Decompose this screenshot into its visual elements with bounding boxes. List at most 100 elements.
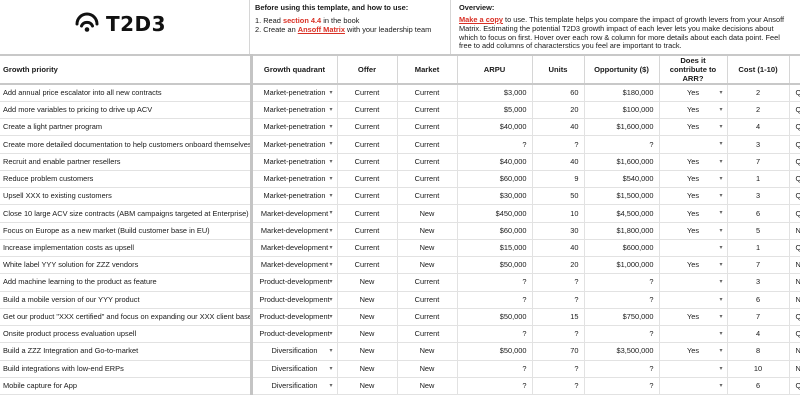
cell-arpu[interactable]: $40,000 [457,119,532,136]
cell-opportunity[interactable]: ? [584,326,659,343]
cell-opportunity[interactable]: ? [584,377,659,394]
dropdown-chevron-icon[interactable]: ▾ [329,85,332,101]
cell-offer[interactable]: Current [337,136,397,153]
cell-opportunity[interactable]: $1,000,000 [584,257,659,274]
cell-growth-priority[interactable]: Build a ZZZ Integration and Go-to-market [0,343,251,360]
cell-opportunity[interactable]: $4,500,000 [584,205,659,222]
cell-offer[interactable]: Current [337,257,397,274]
cell-market[interactable]: New [397,222,457,239]
dropdown-chevron-icon[interactable]: ▾ [329,378,332,394]
cell-cost[interactable]: 4 [727,119,789,136]
cell-contributes-arr[interactable]: Yes▾ [659,84,727,102]
header-market[interactable]: Market [397,55,457,84]
cell-growth-priority[interactable]: Recruit and enable partner resellers [0,153,251,170]
cell-opportunity[interactable]: $1,600,000 [584,119,659,136]
cell-cost[interactable]: 4 [727,326,789,343]
cell-market[interactable]: New [397,343,457,360]
cell-arpu[interactable]: $3,000 [457,84,532,102]
cell-offer[interactable]: Current [337,170,397,187]
cell-units[interactable]: 30 [532,222,584,239]
dropdown-chevron-icon[interactable]: ▾ [329,240,332,256]
dropdown-chevron-icon[interactable]: ▾ [719,274,722,290]
cell-okr[interactable]: Q3▾ [789,188,800,205]
cell-contributes-arr[interactable]: Yes▾ [659,257,727,274]
dropdown-chevron-icon[interactable]: ▾ [329,292,332,308]
cell-market[interactable]: Current [397,136,457,153]
dropdown-chevron-icon[interactable]: ▾ [719,171,722,187]
dropdown-chevron-icon[interactable]: ▾ [719,361,722,377]
cell-arpu[interactable]: $50,000 [457,343,532,360]
cell-contributes-arr[interactable]: ▾ [659,326,727,343]
cell-opportunity[interactable]: $600,000 [584,239,659,256]
cell-growth-quadrant[interactable]: Product-development▾ [251,274,337,291]
cell-offer[interactable]: New [337,326,397,343]
cell-cost[interactable]: 5 [727,222,789,239]
dropdown-chevron-icon[interactable]: ▾ [719,223,722,239]
dropdown-chevron-icon[interactable]: ▾ [719,154,722,170]
cell-growth-priority[interactable]: Onsite product process evaluation upsell [0,326,251,343]
cell-growth-priority[interactable]: White label YYY solution for ZZZ vendors [0,257,251,274]
cell-cost[interactable]: 6 [727,291,789,308]
cell-offer[interactable]: Current [337,153,397,170]
header-okr[interactable]: OKR? [789,55,800,84]
cell-offer[interactable]: Current [337,102,397,119]
header-units[interactable]: Units [532,55,584,84]
dropdown-chevron-icon[interactable]: ▾ [329,274,332,290]
cell-okr[interactable]: Q1▾ [789,136,800,153]
cell-offer[interactable]: Current [337,119,397,136]
cell-contributes-arr[interactable]: ▾ [659,136,727,153]
cell-arpu[interactable]: ? [457,136,532,153]
cell-units[interactable]: 20 [532,102,584,119]
cell-units[interactable]: 60 [532,84,584,102]
cell-market[interactable]: Current [397,153,457,170]
cell-growth-quadrant[interactable]: Product-development▾ [251,308,337,325]
cell-market[interactable]: Current [397,326,457,343]
cell-growth-priority[interactable]: Add annual price escalator into all new … [0,84,251,102]
cell-contributes-arr[interactable]: ▾ [659,291,727,308]
cell-offer[interactable]: Current [337,84,397,102]
ansoff-matrix-link[interactable]: Ansoff Matrix [298,25,345,34]
header-arpu[interactable]: ARPU [457,55,532,84]
cell-cost[interactable]: 3 [727,188,789,205]
cell-cost[interactable]: 7 [727,257,789,274]
cell-arpu[interactable]: ? [457,360,532,377]
cell-growth-priority[interactable]: Create more detailed documentation to he… [0,136,251,153]
cell-contributes-arr[interactable]: ▾ [659,239,727,256]
dropdown-chevron-icon[interactable]: ▾ [719,205,722,221]
cell-opportunity[interactable]: ? [584,136,659,153]
cell-arpu[interactable]: ? [457,377,532,394]
cell-arpu[interactable]: $60,000 [457,170,532,187]
cell-okr[interactable]: Next year▾ [789,291,800,308]
dropdown-chevron-icon[interactable]: ▾ [719,188,722,204]
cell-market[interactable]: Current [397,102,457,119]
cell-units[interactable]: 20 [532,257,584,274]
cell-growth-priority[interactable]: Get our product "XXX certified" and focu… [0,308,251,325]
dropdown-chevron-icon[interactable]: ▾ [329,136,332,152]
cell-growth-quadrant[interactable]: Market-penetration▾ [251,136,337,153]
dropdown-chevron-icon[interactable]: ▾ [329,361,332,377]
cell-units[interactable]: 50 [532,188,584,205]
section-link[interactable]: section 4.4 [283,16,321,25]
dropdown-chevron-icon[interactable]: ▾ [329,205,332,221]
cell-growth-quadrant[interactable]: Market-development▾ [251,222,337,239]
cell-market[interactable]: Current [397,274,457,291]
cell-okr[interactable]: Next year▾ [789,257,800,274]
dropdown-chevron-icon[interactable]: ▾ [719,257,722,273]
make-copy-link[interactable]: Make a copy [459,15,503,24]
cell-offer[interactable]: Current [337,222,397,239]
cell-arpu[interactable]: ? [457,274,532,291]
cell-growth-quadrant[interactable]: Market-penetration▾ [251,84,337,102]
cell-offer[interactable]: New [337,274,397,291]
cell-offer[interactable]: Current [337,205,397,222]
cell-growth-quadrant[interactable]: Product-development▾ [251,326,337,343]
cell-market[interactable]: New [397,257,457,274]
cell-opportunity[interactable]: $100,000 [584,102,659,119]
cell-contributes-arr[interactable]: Yes▾ [659,205,727,222]
dropdown-chevron-icon[interactable]: ▾ [329,223,332,239]
header-cost[interactable]: Cost (1-10) [727,55,789,84]
dropdown-chevron-icon[interactable]: ▾ [329,257,332,273]
cell-growth-quadrant[interactable]: Market-penetration▾ [251,188,337,205]
cell-okr[interactable]: Q1▾ [789,205,800,222]
cell-growth-priority[interactable]: Close 10 large ACV size contracts (ABM c… [0,205,251,222]
cell-okr[interactable]: Q3▾ [789,119,800,136]
